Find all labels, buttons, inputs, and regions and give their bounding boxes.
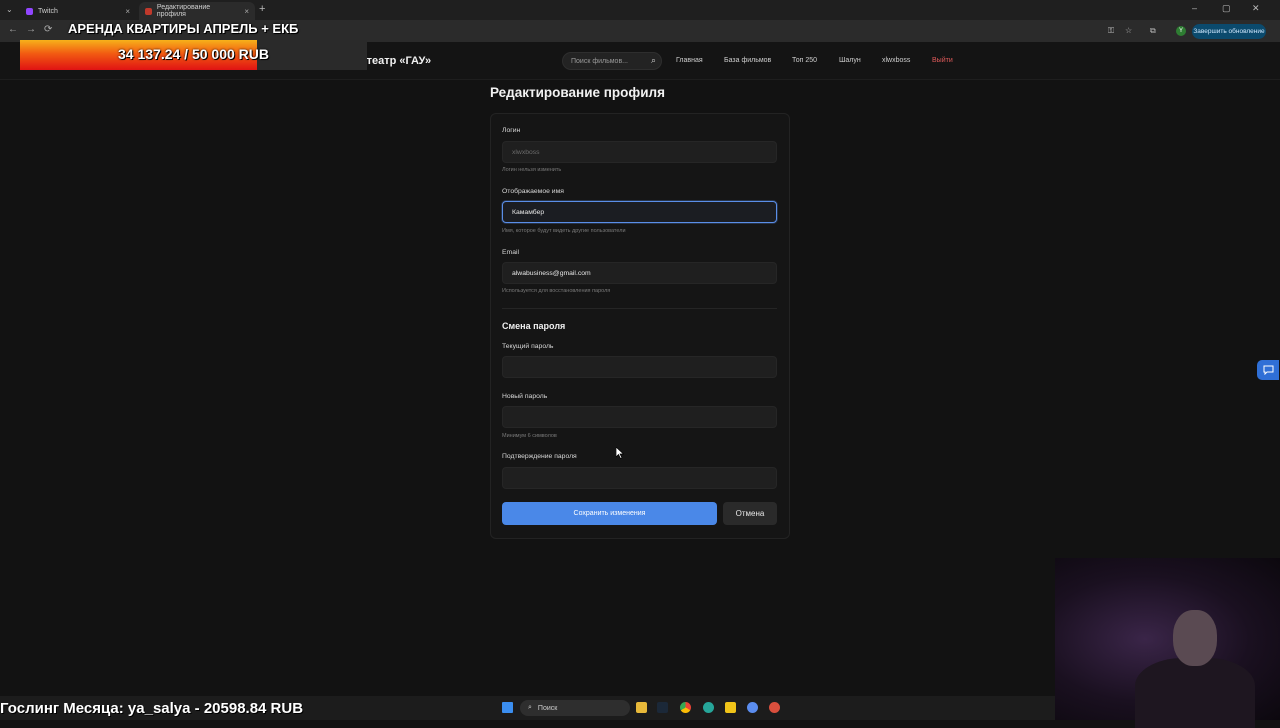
stream-goal-title: АРЕНДА КВАРТИРЫ АПРЕЛЬ + ЕКБ bbox=[68, 21, 299, 36]
mouse-cursor-icon bbox=[616, 447, 624, 459]
email-value: alwabusiness@gmail.com bbox=[512, 269, 591, 277]
webcam-overlay bbox=[1055, 558, 1280, 728]
nav-home[interactable]: Главная bbox=[676, 57, 703, 64]
nav-logout[interactable]: Выйти bbox=[932, 57, 953, 64]
taskbar-search[interactable]: ⌕ Поиск bbox=[520, 700, 630, 716]
search-icon[interactable]: ⌕ bbox=[651, 55, 656, 66]
obs-icon[interactable] bbox=[769, 702, 780, 713]
tab-list-icon[interactable]: ⌄ bbox=[6, 5, 13, 14]
new-password-field[interactable] bbox=[502, 406, 777, 428]
maximize-button[interactable]: ▢ bbox=[1222, 3, 1231, 14]
app-icon[interactable] bbox=[747, 702, 758, 713]
current-password-field[interactable] bbox=[502, 356, 777, 378]
login-label: Логин bbox=[502, 127, 521, 134]
nav-films[interactable]: База фильмов bbox=[724, 57, 771, 64]
display-name-label: Отображаемое имя bbox=[502, 188, 564, 195]
tab-label: Twitch bbox=[38, 7, 58, 15]
close-tab-icon[interactable]: × bbox=[125, 7, 130, 16]
login-hint: Логин нельзя изменить bbox=[502, 167, 562, 173]
search-icon: ⌕ bbox=[528, 704, 532, 711]
email-field[interactable]: alwabusiness@gmail.com bbox=[502, 262, 777, 284]
streamer-head bbox=[1173, 610, 1217, 666]
twitch-icon bbox=[26, 7, 33, 15]
login-field: xlwxboss bbox=[502, 141, 777, 163]
tab-twitch[interactable]: Twitch × bbox=[20, 2, 136, 20]
donation-progress-text: 34 137.24 / 50 000 RUB bbox=[118, 46, 269, 62]
steam-icon[interactable] bbox=[657, 702, 668, 713]
top-donor-banner: Гослинг Месяца: ya_salya - 20598.84 RUB bbox=[0, 700, 304, 717]
confirm-password-field[interactable] bbox=[502, 467, 777, 489]
password-section-heading: Смена пароля bbox=[502, 321, 566, 331]
display-name-field[interactable]: Камамбер bbox=[502, 201, 777, 223]
login-value: xlwxboss bbox=[512, 148, 540, 156]
streamer-body bbox=[1135, 658, 1255, 728]
chrome-icon[interactable] bbox=[680, 702, 691, 713]
finish-update-button[interactable]: Завершить обновление bbox=[1192, 24, 1266, 39]
windows-start-icon[interactable] bbox=[502, 702, 513, 713]
cancel-button[interactable]: Отмена bbox=[723, 502, 777, 525]
reload-icon[interactable]: ⟳ bbox=[44, 24, 52, 35]
close-tab-icon[interactable]: × bbox=[244, 7, 249, 16]
nav-top250[interactable]: Топ 250 bbox=[792, 57, 817, 64]
page-title: Редактирование профиля bbox=[490, 85, 665, 100]
tab-label: Редактирование профиля bbox=[156, 4, 211, 18]
back-icon[interactable]: ← bbox=[8, 24, 18, 35]
email-label: Email bbox=[502, 249, 519, 256]
minimize-button[interactable]: – bbox=[1192, 3, 1197, 13]
new-password-hint: Минимум 6 символов bbox=[502, 433, 557, 439]
confirm-password-label: Подтверждение пароля bbox=[502, 453, 577, 460]
nav-user-profile[interactable]: xlwxboss bbox=[882, 57, 910, 64]
forward-icon[interactable]: → bbox=[26, 24, 36, 35]
new-password-label: Новый пароль bbox=[502, 393, 548, 400]
film-search-input[interactable]: Поиск фильмов... ⌕ bbox=[562, 52, 662, 70]
bookmark-star-icon[interactable]: ☆ bbox=[1125, 26, 1132, 35]
new-tab-button[interactable]: + bbox=[259, 3, 265, 15]
profile-avatar[interactable]: Y bbox=[1176, 26, 1186, 36]
save-changes-button[interactable]: Сохранить изменения bbox=[502, 502, 717, 525]
chat-widget-icon[interactable] bbox=[1257, 360, 1279, 380]
tab-edit-profile[interactable]: Редактирование профиля × bbox=[139, 2, 255, 20]
nav-shalun[interactable]: Шалун bbox=[839, 57, 861, 64]
current-password-label: Текущий пароль bbox=[502, 343, 554, 350]
site-favicon-icon bbox=[145, 7, 152, 15]
taskbar-search-label: Поиск bbox=[537, 704, 558, 712]
email-hint: Используется для восстановления пароля bbox=[502, 288, 611, 294]
display-name-value: Камамбер bbox=[512, 208, 545, 216]
browser-app-icon[interactable] bbox=[703, 702, 714, 713]
section-divider bbox=[502, 308, 777, 309]
password-key-icon[interactable]: ⚿ bbox=[1108, 26, 1114, 36]
search-placeholder: Поиск фильмов... bbox=[571, 57, 629, 65]
close-window-button[interactable]: ✕ bbox=[1252, 3, 1260, 14]
extensions-icon[interactable]: ⧉ bbox=[1150, 26, 1156, 36]
app-icon[interactable] bbox=[725, 702, 736, 713]
display-name-hint: Имя, которое будут видеть другие пользов… bbox=[502, 228, 626, 234]
file-explorer-icon[interactable] bbox=[636, 702, 647, 713]
